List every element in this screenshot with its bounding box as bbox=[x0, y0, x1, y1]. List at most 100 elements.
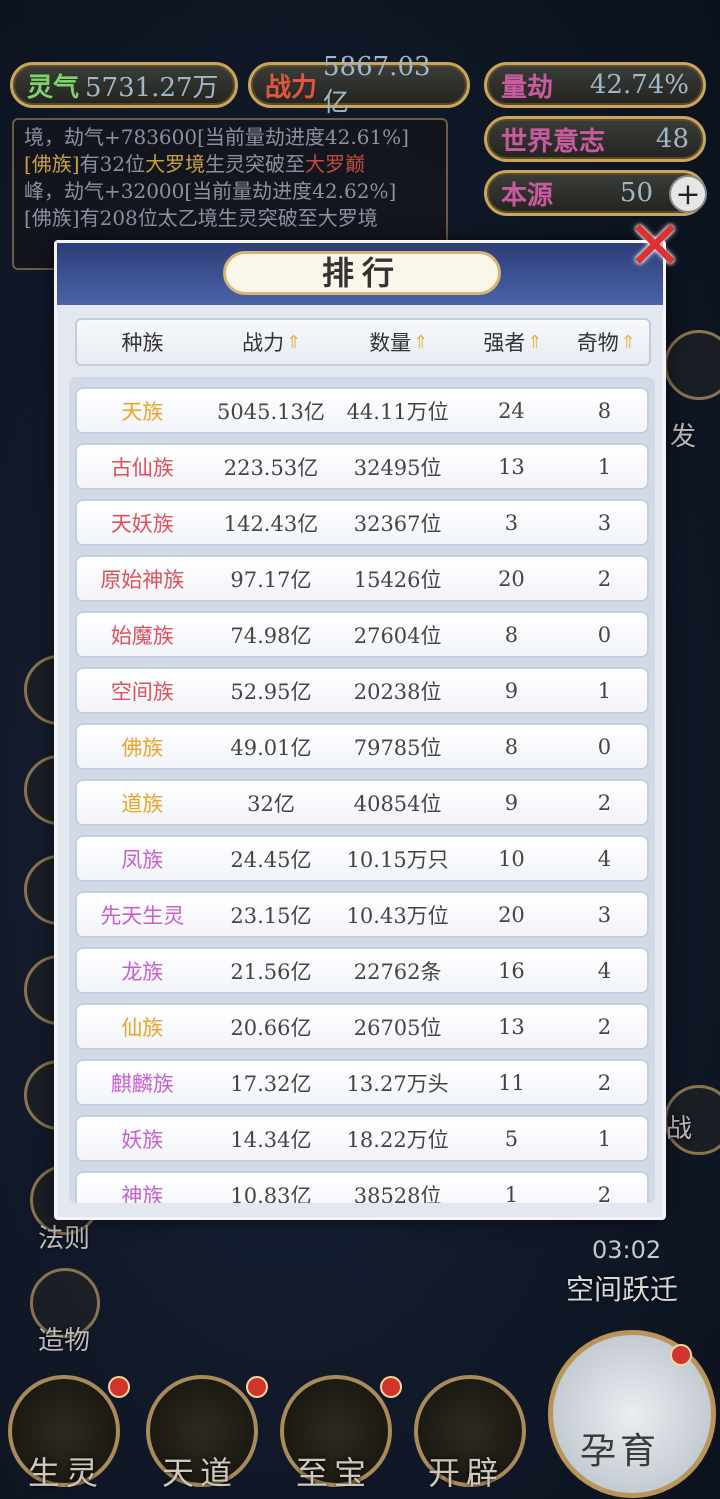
sort-arrow-icon: ⇑ bbox=[413, 331, 429, 353]
sort-arrow-icon: ⇑ bbox=[286, 331, 302, 353]
race-name: 佛族 bbox=[121, 735, 164, 760]
kai-pi-label: 开辟 bbox=[428, 1454, 505, 1492]
race-name: 道族 bbox=[121, 791, 164, 816]
items-value: 2 bbox=[597, 790, 612, 815]
items-value: 3 bbox=[597, 510, 612, 535]
notification-badge bbox=[246, 1376, 268, 1398]
items-value: 1 bbox=[597, 678, 612, 703]
race-name: 天族 bbox=[121, 399, 164, 424]
power-value: 142.43亿 bbox=[223, 511, 319, 536]
log-line: [佛族]有208位太乙境生灵突破至大罗境 bbox=[24, 206, 378, 230]
table-row[interactable]: 古仙族 223.53亿 32495位 13 1 bbox=[75, 443, 649, 490]
table-row[interactable]: 龙族 21.56亿 22762条 16 4 bbox=[75, 947, 649, 994]
count-value: 10.43万位 bbox=[346, 903, 449, 928]
world-will-stat[interactable]: 世界意志 48 bbox=[484, 116, 706, 162]
table-row[interactable]: 先天生灵 23.15亿 10.43万位 20 3 bbox=[75, 891, 649, 938]
table-row[interactable]: 佛族 49.01亿 79785位 8 0 bbox=[75, 723, 649, 770]
strong-value: 13 bbox=[498, 454, 525, 479]
race-name: 妖族 bbox=[121, 1127, 164, 1152]
table-row[interactable]: 麒麟族 17.32亿 13.27万头 11 2 bbox=[75, 1059, 649, 1106]
zhan-partial-label: 战 bbox=[666, 1114, 693, 1144]
modal-header: 排行 bbox=[57, 243, 663, 305]
col-count-sort[interactable]: 数量 ⇑ bbox=[335, 327, 462, 357]
count-value: 38528位 bbox=[353, 1183, 442, 1204]
count-value: 32495位 bbox=[353, 455, 442, 480]
items-value: 1 bbox=[597, 454, 612, 479]
race-name: 神族 bbox=[121, 1183, 164, 1204]
strong-value: 24 bbox=[498, 398, 525, 423]
col-power-sort[interactable]: 战力 ⇑ bbox=[208, 327, 335, 357]
power-value: 74.98亿 bbox=[230, 623, 312, 648]
items-value: 3 bbox=[597, 902, 612, 927]
yun-yu-label: 孕育 bbox=[580, 1431, 661, 1472]
count-value: 32367位 bbox=[353, 511, 442, 536]
items-value: 0 bbox=[597, 734, 612, 759]
strong-value: 20 bbox=[498, 566, 525, 591]
space-jump-button[interactable]: 空间跃迁 bbox=[566, 1268, 678, 1308]
count-value: 10.15万只 bbox=[346, 847, 449, 872]
race-name: 始魔族 bbox=[110, 623, 174, 648]
zhanli-label: 战力 bbox=[265, 72, 318, 103]
table-row[interactable]: 神族 10.83亿 38528位 1 2 bbox=[75, 1171, 649, 1203]
benyuan-value: 50 bbox=[619, 178, 653, 208]
strong-value: 3 bbox=[504, 510, 519, 535]
power-value: 32亿 bbox=[247, 791, 295, 816]
count-value: 18.22万位 bbox=[346, 1127, 449, 1152]
strong-value: 11 bbox=[498, 1070, 525, 1095]
table-row[interactable]: 妖族 14.34亿 18.22万位 5 1 bbox=[75, 1115, 649, 1162]
power-value: 17.32亿 bbox=[230, 1071, 312, 1096]
sheng-ling-label: 生灵 bbox=[28, 1454, 105, 1492]
count-value: 44.11万位 bbox=[346, 399, 449, 424]
modal-title: 排行 bbox=[223, 251, 501, 295]
col-items-sort[interactable]: 奇物 ⇑ bbox=[564, 327, 649, 357]
notification-badge bbox=[670, 1344, 692, 1366]
liangjie-stat[interactable]: 量劫 42.74% bbox=[484, 62, 706, 108]
world-will-label: 世界意志 bbox=[501, 126, 606, 157]
lingqi-stat: 灵气 5731.27万 bbox=[10, 62, 238, 108]
col-race: 种族 bbox=[121, 331, 164, 355]
col-strong-sort[interactable]: 强者 ⇑ bbox=[462, 327, 563, 357]
table-row[interactable]: 天妖族 142.43亿 32367位 3 3 bbox=[75, 499, 649, 546]
strong-value: 5 bbox=[504, 1126, 519, 1151]
count-value: 22762条 bbox=[353, 959, 442, 984]
table-row[interactable]: 空间族 52.95亿 20238位 9 1 bbox=[75, 667, 649, 714]
power-value: 5045.13亿 bbox=[217, 399, 325, 424]
table-row[interactable]: 凤族 24.45亿 10.15万只 10 4 bbox=[75, 835, 649, 882]
strong-value: 20 bbox=[498, 902, 525, 927]
table-row[interactable]: 仙族 20.66亿 26705位 13 2 bbox=[75, 1003, 649, 1050]
strong-value: 1 bbox=[504, 1182, 519, 1204]
strong-value: 13 bbox=[498, 1014, 525, 1039]
sort-arrow-icon: ⇑ bbox=[620, 331, 636, 353]
table-row[interactable]: 天族 5045.13亿 44.11万位 24 8 bbox=[75, 387, 649, 434]
items-value: 2 bbox=[597, 1070, 612, 1095]
race-name: 凤族 bbox=[121, 847, 164, 872]
items-value: 8 bbox=[597, 398, 612, 423]
notification-badge bbox=[380, 1376, 402, 1398]
log-line: 境，劫气+783600[当前量劫进度42.61%] bbox=[24, 125, 409, 149]
side-button-right[interactable] bbox=[664, 330, 720, 400]
items-value: 0 bbox=[597, 622, 612, 647]
notification-badge bbox=[108, 1376, 130, 1398]
power-value: 20.66亿 bbox=[230, 1015, 312, 1040]
log-line: 峰，劫气+32000[当前量劫进度42.62%] bbox=[24, 179, 397, 203]
count-value: 79785位 bbox=[353, 735, 442, 760]
fa-partial-label: 发 bbox=[670, 422, 697, 452]
table-row[interactable]: 始魔族 74.98亿 27604位 8 0 bbox=[75, 611, 649, 658]
liangjie-label: 量劫 bbox=[501, 72, 554, 103]
strong-value: 9 bbox=[504, 790, 519, 815]
column-header: 种族 战力 ⇑ 数量 ⇑ 强者 ⇑ 奇物 ⇑ bbox=[75, 318, 651, 366]
tian-dao-label: 天道 bbox=[162, 1454, 239, 1492]
ranking-modal: 排行 种族 战力 ⇑ 数量 ⇑ 强者 ⇑ 奇物 ⇑ 天族 5045.13亿 44.11万位 2… bbox=[54, 240, 666, 1220]
power-value: 24.45亿 bbox=[230, 847, 312, 872]
table-row[interactable]: 道族 32亿 40854位 9 2 bbox=[75, 779, 649, 826]
close-icon[interactable]: ✕ bbox=[620, 213, 690, 284]
strong-value: 8 bbox=[504, 622, 519, 647]
race-name: 先天生灵 bbox=[100, 903, 185, 928]
ranking-list[interactable]: 天族 5045.13亿 44.11万位 24 8 古仙族 223.53亿 32495位 13 1 天… bbox=[69, 377, 655, 1203]
power-value: 21.56亿 bbox=[230, 959, 312, 984]
strong-value: 9 bbox=[504, 678, 519, 703]
table-row[interactable]: 原始神族 97.17亿 15426位 20 2 bbox=[75, 555, 649, 602]
items-value: 2 bbox=[597, 566, 612, 591]
race-name: 原始神族 bbox=[100, 567, 185, 592]
count-value: 40854位 bbox=[353, 791, 442, 816]
